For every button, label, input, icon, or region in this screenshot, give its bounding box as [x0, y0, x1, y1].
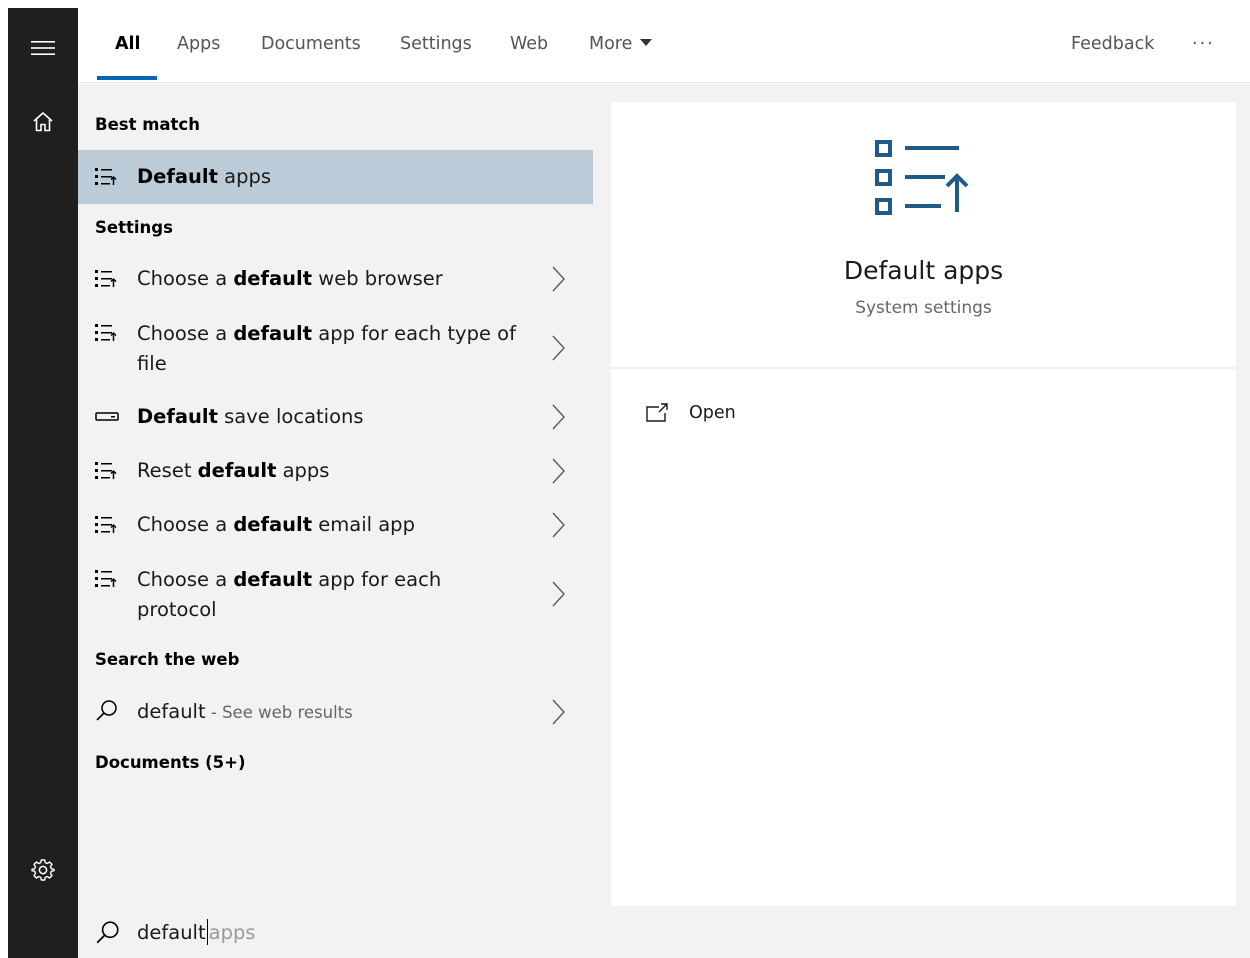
left-edge	[0, 0, 8, 958]
tab-settings[interactable]: Settings	[400, 8, 472, 82]
search-input[interactable]: default apps	[137, 916, 256, 950]
default-apps-large-icon	[875, 140, 969, 215]
feedback-link[interactable]: Feedback	[1071, 8, 1154, 82]
tab-documents[interactable]: Documents	[261, 8, 361, 82]
settings-item-label: Choose a default email app	[137, 510, 517, 540]
web-suffix: - See web results	[205, 703, 353, 722]
list-settings-icon	[95, 570, 117, 587]
tab-apps[interactable]: Apps	[177, 8, 220, 82]
menu-icon	[31, 41, 55, 55]
preview-divider	[611, 367, 1236, 369]
preview-title: Default apps	[843, 256, 1004, 285]
preview-card: Default apps System settings Open	[611, 102, 1236, 906]
list-settings-icon	[95, 168, 117, 185]
active-tab-indicator	[97, 76, 157, 80]
tab-more[interactable]: More	[589, 8, 653, 82]
search-box[interactable]: default apps	[78, 906, 1250, 958]
chevron-right-icon	[552, 404, 565, 430]
web-query: default	[137, 700, 206, 723]
label-pre: Choose a	[137, 568, 234, 591]
best-match-label-rest: apps	[217, 165, 272, 188]
tab-all[interactable]: All	[115, 8, 141, 82]
preview-subtitle: System settings	[855, 298, 992, 318]
home-icon	[33, 111, 53, 132]
search-icon	[96, 921, 119, 944]
best-match-item[interactable]: Default apps	[78, 150, 593, 204]
label-pre: Choose a	[137, 267, 234, 290]
best-match-label: Default apps	[137, 162, 517, 192]
section-header-best-match: Best match	[95, 115, 200, 134]
settings-item-reset-default-apps[interactable]: Reset default apps	[78, 444, 593, 498]
label-bold: default	[233, 267, 313, 290]
open-label: Open	[689, 403, 736, 423]
list-settings-icon	[95, 462, 117, 479]
settings-item-label: Choose a default web browser	[137, 264, 517, 294]
search-autocomplete-suggestion: apps	[208, 921, 256, 944]
search-typed-text: default	[137, 921, 206, 944]
best-match-label-bold: Default	[137, 165, 218, 188]
settings-item-label: Reset default apps	[137, 456, 517, 486]
list-settings-icon	[95, 270, 117, 287]
settings-item-app-per-file-type[interactable]: Choose a default app for each type of fi…	[78, 306, 593, 390]
web-result-item[interactable]: default - See web results	[78, 685, 593, 739]
left-rail	[8, 8, 78, 958]
tab-more-label: More	[589, 34, 633, 54]
section-header-documents[interactable]: Documents (5+)	[95, 753, 246, 772]
chevron-right-icon	[552, 512, 565, 538]
search-tabs-bar: All Apps Documents Settings Web More Fee…	[78, 8, 1250, 83]
drive-icon	[95, 412, 119, 421]
label-pre: Choose a	[137, 322, 234, 345]
label-bold: default	[233, 568, 313, 591]
results-pane: Best match Default apps Settings Choose …	[78, 84, 593, 906]
settings-item-label: Choose a default app for each type of fi…	[137, 319, 517, 379]
open-external-icon	[646, 403, 668, 422]
section-header-search-web: Search the web	[95, 650, 240, 669]
search-icon	[96, 700, 117, 721]
chevron-right-icon	[552, 335, 565, 361]
settings-item-app-per-protocol[interactable]: Choose a default app for each protocol	[78, 552, 593, 636]
gear-icon	[31, 859, 55, 881]
label-post: apps	[276, 459, 330, 482]
open-button[interactable]: Open	[645, 396, 736, 430]
settings-item-save-locations[interactable]: Default save locations	[78, 390, 593, 444]
label-bold: default	[197, 459, 277, 482]
settings-item-email-app[interactable]: Choose a default email app	[78, 498, 593, 552]
more-options-button[interactable]: ···	[1192, 8, 1215, 82]
chevron-right-icon	[552, 266, 565, 292]
chevron-right-icon	[552, 458, 565, 484]
label-post: email app	[312, 513, 415, 536]
label-pre: Choose a	[137, 513, 234, 536]
label-bold: Default	[137, 405, 218, 428]
list-settings-icon	[95, 324, 117, 341]
menu-button[interactable]	[8, 24, 78, 72]
chevron-right-icon	[552, 699, 565, 725]
text-cursor	[206, 918, 208, 945]
label-post: save locations	[217, 405, 364, 428]
chevron-right-icon	[552, 581, 565, 607]
home-button[interactable]	[8, 98, 78, 146]
label-bold: default	[233, 322, 313, 345]
list-settings-icon	[95, 516, 117, 533]
settings-item-label: Choose a default app for each protocol	[137, 565, 517, 625]
label-bold: default	[233, 513, 313, 536]
settings-item-web-browser[interactable]: Choose a default web browser	[78, 252, 593, 306]
section-header-settings: Settings	[95, 218, 173, 237]
label-pre: Reset	[137, 459, 198, 482]
top-edge	[0, 0, 1250, 8]
settings-button[interactable]	[8, 846, 78, 894]
chevron-down-icon	[640, 38, 653, 46]
web-result-label: default - See web results	[137, 697, 517, 728]
settings-item-label: Default save locations	[137, 402, 517, 432]
tab-web[interactable]: Web	[510, 8, 548, 82]
label-post: web browser	[312, 267, 443, 290]
